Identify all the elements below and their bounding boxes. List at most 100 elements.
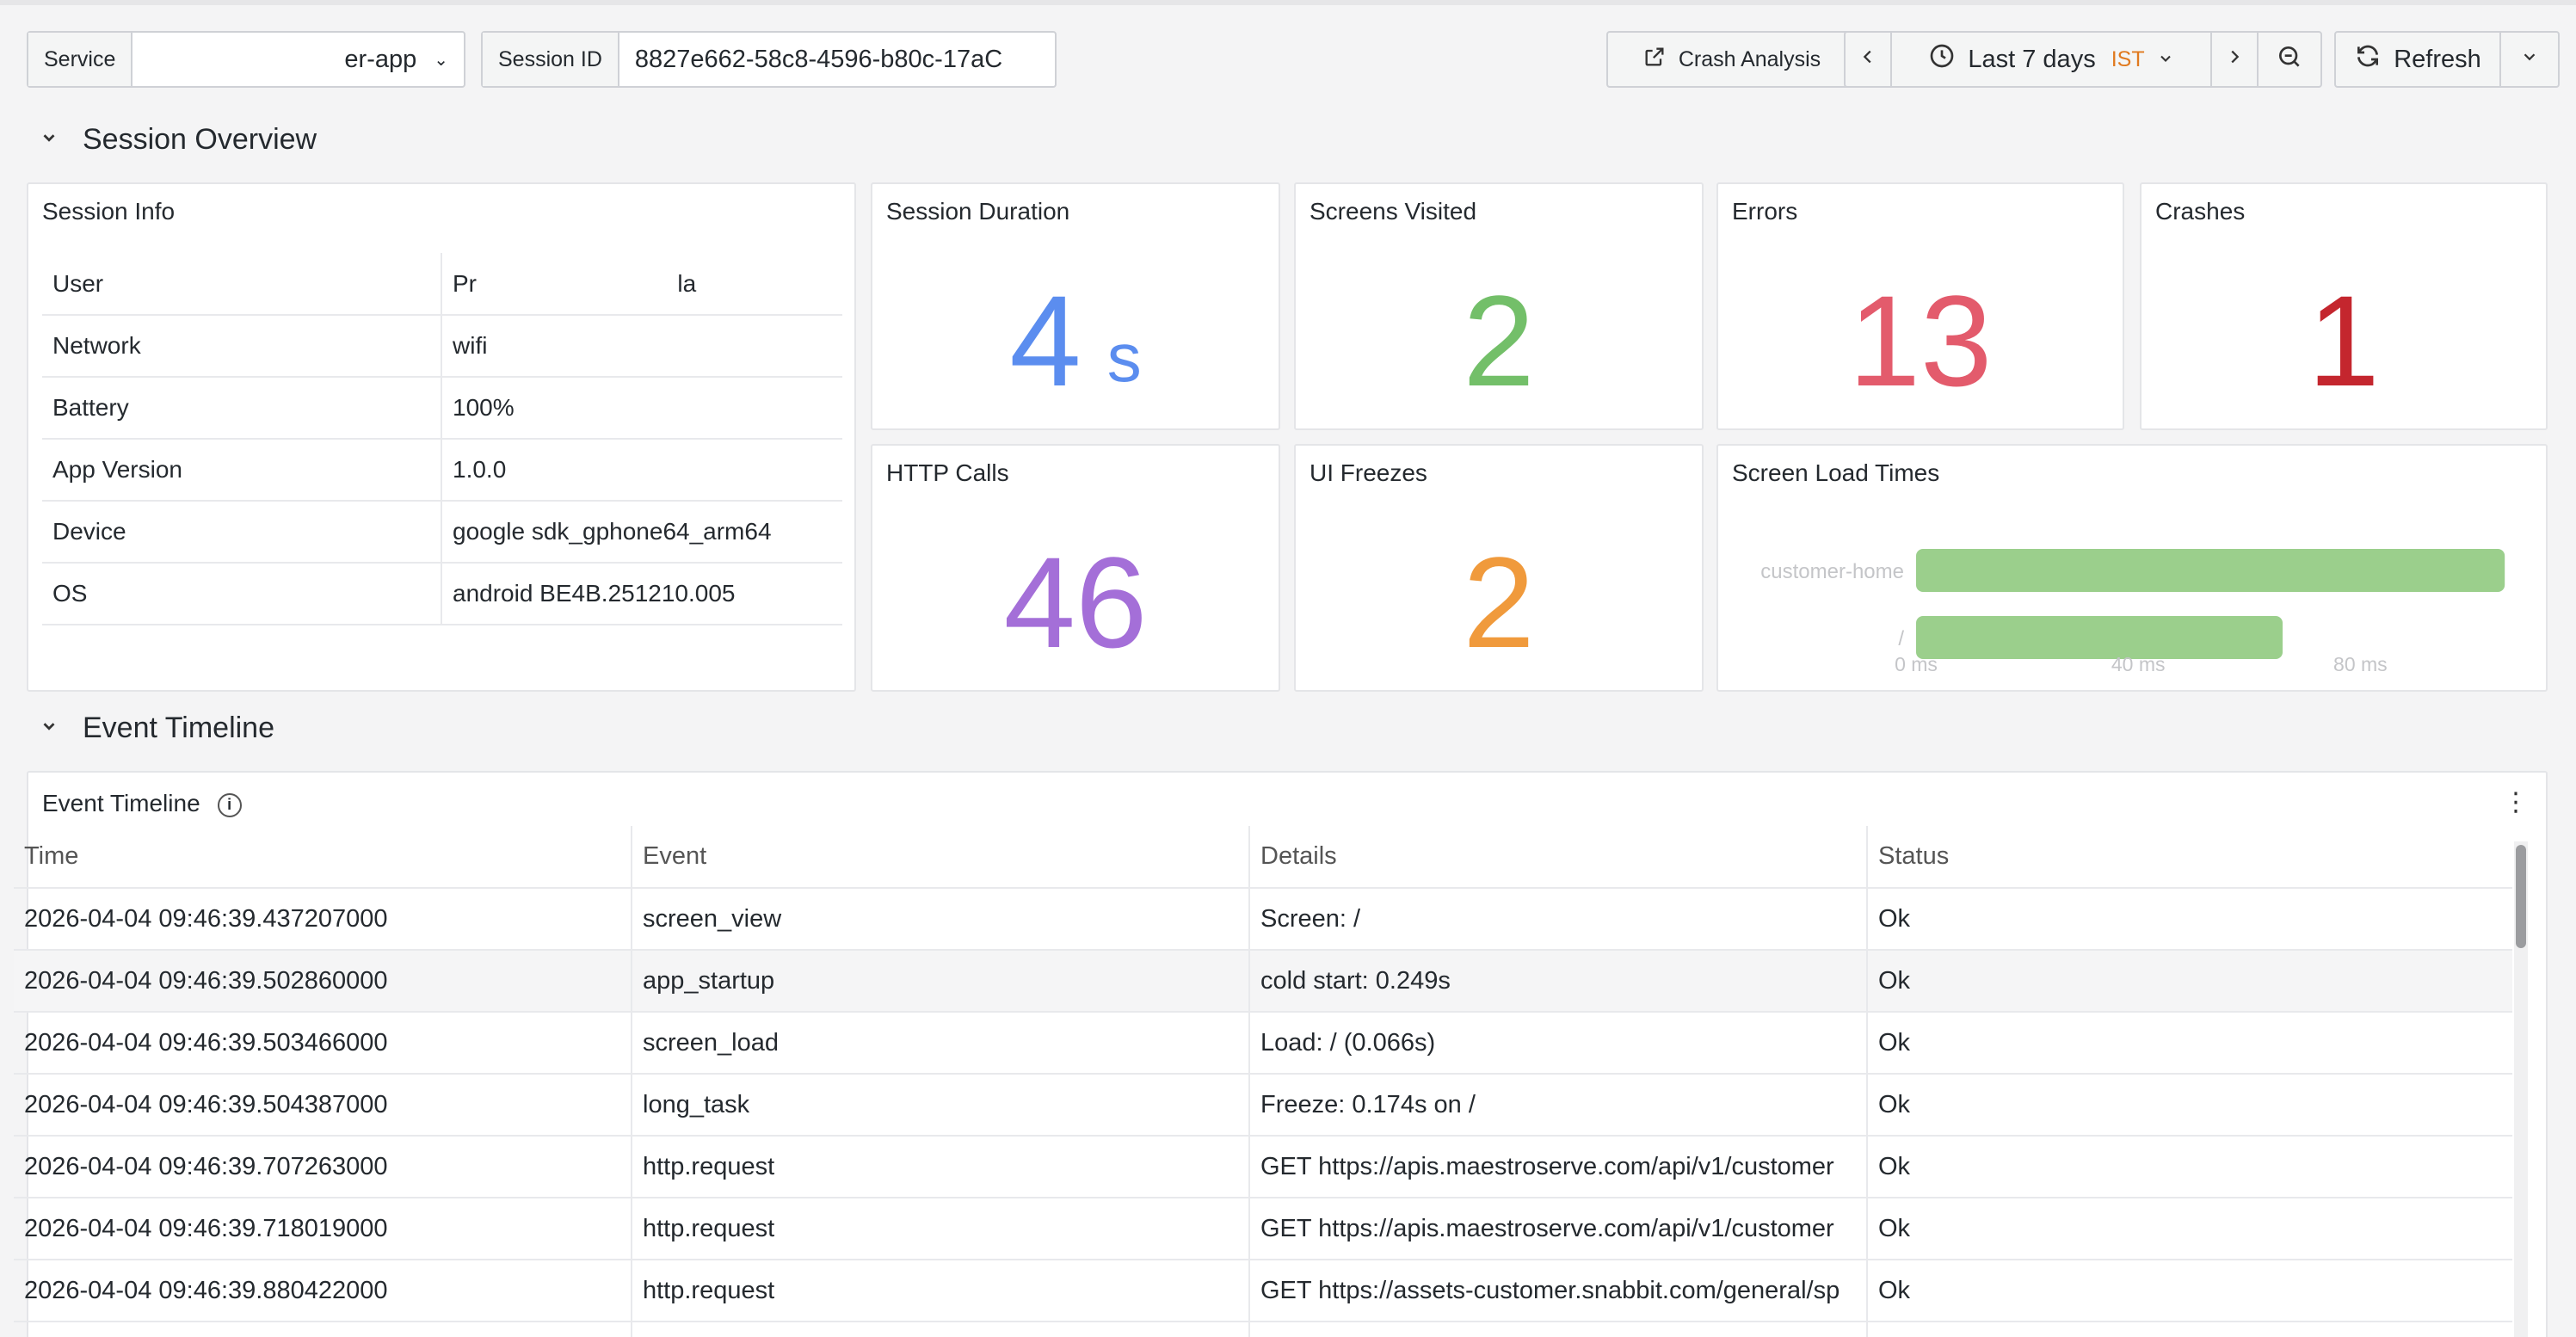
info-icon[interactable]: i [217,792,242,817]
stat-number: 4 [1009,268,1082,413]
cell-event: http.request [632,1198,1250,1260]
table-row[interactable]: 2026-04-04 09:46:39.502860000 app_startup… [14,950,2512,1013]
panel-menu-icon[interactable]: ⋮ [2503,790,2529,816]
cell-status: Ok [1867,950,2512,1013]
session-duration-value: 4s [872,253,1279,428]
cell-details [1249,1322,1868,1337]
panel-title: HTTP Calls [886,459,1009,486]
info-row: User Pr la [42,253,842,316]
category-label: customer-home [1760,560,1904,583]
refresh-label: Refresh [2394,45,2481,73]
info-value: 1.0.0 [441,439,842,502]
service-select[interactable]: er-app ⌄ [132,33,464,86]
cell-time: 2026-04-04 09:46:39.718019000 [14,1198,632,1260]
info-key: OS [42,563,442,625]
chevron-down-icon [2520,47,2539,72]
column-header[interactable]: Details [1249,826,1868,889]
info-row: Device google sdk_gphone64_arm64 [42,501,842,564]
time-shift-back-button[interactable] [1844,31,1892,88]
screen-load-times-panel: Screen Load Times customer-home/0 ms 40 m… [1716,444,2548,692]
column-header[interactable]: Time [14,826,632,889]
chevron-right-icon [2225,47,2244,72]
cell-time: 2026-04-04 09:46:39.707263000 [14,1136,632,1198]
chevron-left-icon [1858,47,1877,72]
service-label: Service [28,33,133,86]
cell-details: cold start: 0.249s [1249,950,1868,1013]
info-value: android BE4B.251210.005 [441,563,842,625]
cell-time: 2026-04-04 09:46:39.880422000 [14,1260,632,1322]
service-variable[interactable]: Service er-app ⌄ [27,31,465,88]
refresh-icon [2354,42,2382,77]
http-calls-panel: HTTP Calls 46 [871,444,1280,692]
column-header[interactable]: Event [632,826,1250,889]
bar[interactable] [1916,549,2505,592]
timezone-label: IST [2111,46,2145,71]
toolbar: Service er-app ⌄ Session ID 8827e662-58c… [27,31,2560,88]
cell-details: GET https://assets-customer.snabbit.com/… [1249,1260,1868,1322]
cell-details: Screen: / [1249,888,1868,951]
cell-details: GET https://apis.maestroserve.com/api/v1… [1249,1198,1868,1260]
time-range-picker[interactable]: Last 7 days IST [1890,31,2212,88]
info-value: Pr la [441,253,842,316]
session-duration-panel: Session Duration 4s [871,182,1280,430]
zoom-out-button[interactable] [2257,31,2322,88]
row-event-timeline[interactable]: Event Timeline [40,712,274,745]
info-key: App Version [42,439,442,502]
table-row[interactable]: 2026-04-04 09:46:39.707263000 http.reques… [14,1136,2512,1198]
crashes-value: 1 [2308,268,2380,413]
session-info-panel: Session Info User Pr la Network wifi Battery… [27,182,856,692]
time-shift-forward-button[interactable] [2210,31,2259,88]
cell-status [1867,1322,2512,1337]
row-title: Event Timeline [83,712,274,744]
info-row: OS android BE4B.251210.005 [42,563,842,625]
session-id-input[interactable]: 8827e662-58c8-4596-b80c-17aC [619,33,1055,86]
table-row[interactable]: 2026-04-04 09:46:39.437207000 screen_view… [14,888,2512,951]
category-label: / [1898,627,1904,650]
cell-time: 2026-04-04 09:46:39.437207000 [14,888,632,951]
cell-status: Ok [1867,1198,2512,1260]
table-row[interactable]: 2026-04-04 09:46:39.880422000 http.reques… [14,1260,2512,1322]
table-row[interactable]: 2026-04-04 09:46:39.718019000 http.reques… [14,1198,2512,1260]
panel-title: Event Timeline i [42,790,242,817]
panel-title: Screens Visited [1310,198,1477,225]
stat-unit: s [1106,319,1142,396]
ui-freezes-value: 2 [1463,529,1535,675]
session-info-table: User Pr la Network wifi Battery 100% App Versi… [42,253,842,625]
cell-event: long_task [632,1074,1250,1137]
cell-status: Ok [1867,1074,2512,1137]
column-header[interactable]: Status [1867,826,2512,889]
panel-title-text: Event Timeline [42,790,200,816]
info-value: google sdk_gphone64_arm64 [441,501,842,564]
x-tick-label: 40 ms [2111,653,2166,675]
info-row: App Version 1.0.0 [42,439,842,502]
table-row[interactable]: 2026-04-04 09:46:39.504387000 long_task Fr… [14,1074,2512,1137]
info-key: Battery [42,377,442,440]
crash-analysis-label: Crash Analysis [1678,46,1821,71]
refresh-button[interactable]: Refresh [2334,31,2501,88]
row-title: Session Overview [83,123,317,156]
cell-time: 2026-04-04 09:46:39.504387000 [14,1074,632,1137]
table-row[interactable]: 2026-04-04 09:46:39.503466000 screen_load… [14,1012,2512,1075]
cell-details: Freeze: 0.174s on / [1249,1074,1868,1137]
time-range-label: Last 7 days [1968,45,2096,73]
panel-title: Session Duration [886,198,1070,225]
http-calls-value: 46 [1003,529,1148,675]
info-value: 100% [441,377,842,440]
chevron-down-icon: ⌄ [434,50,448,70]
refresh-interval-dropdown[interactable] [2499,31,2560,88]
info-row: Network wifi [42,315,842,378]
top-border [0,0,2576,5]
session-variable[interactable]: Session ID 8827e662-58c8-4596-b80c-17aC [481,31,1057,88]
table-row[interactable] [14,1322,2512,1337]
errors-panel: Errors 13 [1716,182,2124,430]
screens-visited-panel: Screens Visited 2 [1294,182,1704,430]
zoom-out-icon [2276,43,2303,77]
scrollbar-thumb[interactable] [2516,845,2526,948]
row-session-overview[interactable]: Session Overview [40,123,317,157]
crash-analysis-button[interactable]: Crash Analysis [1606,31,1857,88]
info-key: Network [42,315,442,378]
bar[interactable] [1916,616,2283,659]
panel-title: Errors [1732,198,1798,225]
cell-time [14,1322,632,1337]
event-timeline-table: Time Event Details Status 2026-04-04 09:46:… [14,826,2512,1337]
